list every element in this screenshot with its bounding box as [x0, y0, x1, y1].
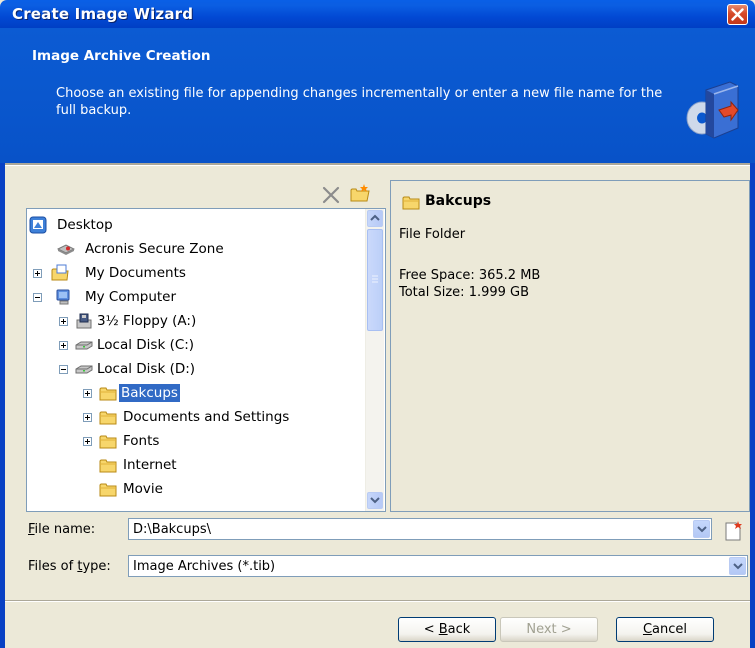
my-documents-icon: [51, 264, 69, 281]
collapse-button[interactable]: [59, 365, 68, 374]
folder-icon: [99, 411, 117, 425]
tree-item-label: Movie: [123, 481, 163, 497]
next-button[interactable]: Next >: [500, 617, 598, 642]
expand-button[interactable]: [59, 341, 68, 350]
chevron-up-icon: [370, 214, 380, 221]
plus-icon: [61, 319, 66, 324]
folder-name: Bakcups: [425, 193, 492, 209]
chevron-down-icon: [733, 563, 743, 570]
chevron-down-icon: [370, 497, 380, 504]
title-bar[interactable]: Create Image Wizard: [0, 0, 755, 28]
cancel-button[interactable]: Cancel: [616, 617, 714, 642]
tree-item-label: My Computer: [85, 289, 177, 305]
expand-button[interactable]: [33, 269, 42, 278]
folder-icon: [402, 196, 420, 210]
close-icon: [731, 8, 744, 21]
tree-item-label: Fonts: [123, 433, 160, 449]
folder-info-panel: Bakcups File Folder Free Space: 365.2 MB…: [390, 180, 750, 512]
tree-item-label: Bakcups: [119, 384, 180, 402]
file-name-label: File name:: [28, 522, 96, 537]
file-name-input[interactable]: D:\Bakcups\: [128, 518, 712, 540]
tree-item-label: Local Disk (C:): [97, 337, 195, 353]
expand-button[interactable]: [83, 437, 92, 446]
minus-icon: [35, 297, 40, 298]
folder-icon: [99, 483, 117, 497]
plus-icon: [85, 439, 90, 444]
collapse-button[interactable]: [33, 293, 42, 302]
window-right-border: [750, 163, 755, 648]
file-type-value: Image Archives (*.tib): [133, 559, 276, 574]
tree-item-label: Acronis Secure Zone: [85, 241, 224, 257]
chevron-down-icon: [697, 526, 707, 533]
desktop-icon: [29, 216, 47, 234]
expand-button[interactable]: [83, 413, 92, 422]
delete-icon[interactable]: [320, 184, 342, 206]
scroll-thumb[interactable]: [367, 229, 383, 331]
plus-icon: [61, 343, 66, 348]
grip-icon: [372, 275, 378, 283]
folder-icon: [99, 387, 117, 401]
wizard-window: Create Image Wizard Image Archive Creati…: [0, 0, 755, 648]
backup-archive-icon: [686, 81, 739, 139]
tree-item-label: Desktop: [57, 217, 113, 233]
folder-icon: [99, 435, 117, 449]
header-separator: [5, 163, 750, 166]
file-type-select[interactable]: Image Archives (*.tib): [128, 555, 748, 577]
free-space: Free Space: 365.2 MB: [399, 268, 541, 283]
tree-item-label: Internet: [123, 457, 177, 473]
footer-separator: [5, 600, 750, 602]
plus-icon: [85, 415, 90, 420]
new-file-icon[interactable]: [722, 520, 744, 542]
plus-icon: [85, 391, 90, 396]
folder-icon: [99, 459, 117, 473]
file-type-dropdown-button[interactable]: [729, 557, 746, 575]
tree-item-label: Local Disk (D:): [97, 361, 196, 377]
back-button[interactable]: < Back: [398, 617, 496, 642]
file-type-label: Files of type:: [28, 559, 111, 574]
my-computer-icon: [56, 289, 70, 305]
new-folder-icon[interactable]: [349, 182, 371, 204]
scroll-down-button[interactable]: [367, 492, 383, 509]
close-button[interactable]: [727, 4, 748, 25]
folder-tree[interactable]: Desktop Acronis Secure Zone My Documents: [26, 208, 386, 512]
file-name-dropdown-button[interactable]: [693, 520, 710, 538]
scroll-up-button[interactable]: [367, 210, 383, 227]
expand-button[interactable]: [83, 389, 92, 398]
tree-item-label: Documents and Settings: [123, 409, 290, 425]
page-title: Image Archive Creation: [32, 48, 211, 64]
hard-disk-icon: [75, 341, 93, 350]
expand-button[interactable]: [59, 317, 68, 326]
plus-icon: [35, 271, 40, 276]
folder-type: File Folder: [399, 227, 466, 242]
tree-item-label: 3½ Floppy (A:): [97, 313, 197, 329]
total-size: Total Size: 1.999 GB: [399, 285, 530, 300]
hard-disk-icon: [75, 365, 93, 374]
page-description: Choose an existing file for appending ch…: [56, 86, 663, 118]
tree-item-label: My Documents: [85, 265, 186, 281]
floppy-drive-icon: [76, 313, 92, 329]
tree-scrollbar[interactable]: [365, 209, 384, 511]
window-title: Create Image Wizard: [12, 5, 194, 23]
file-name-value: D:\Bakcups\: [133, 522, 211, 537]
secure-zone-icon: [57, 244, 75, 255]
minus-icon: [61, 369, 66, 370]
